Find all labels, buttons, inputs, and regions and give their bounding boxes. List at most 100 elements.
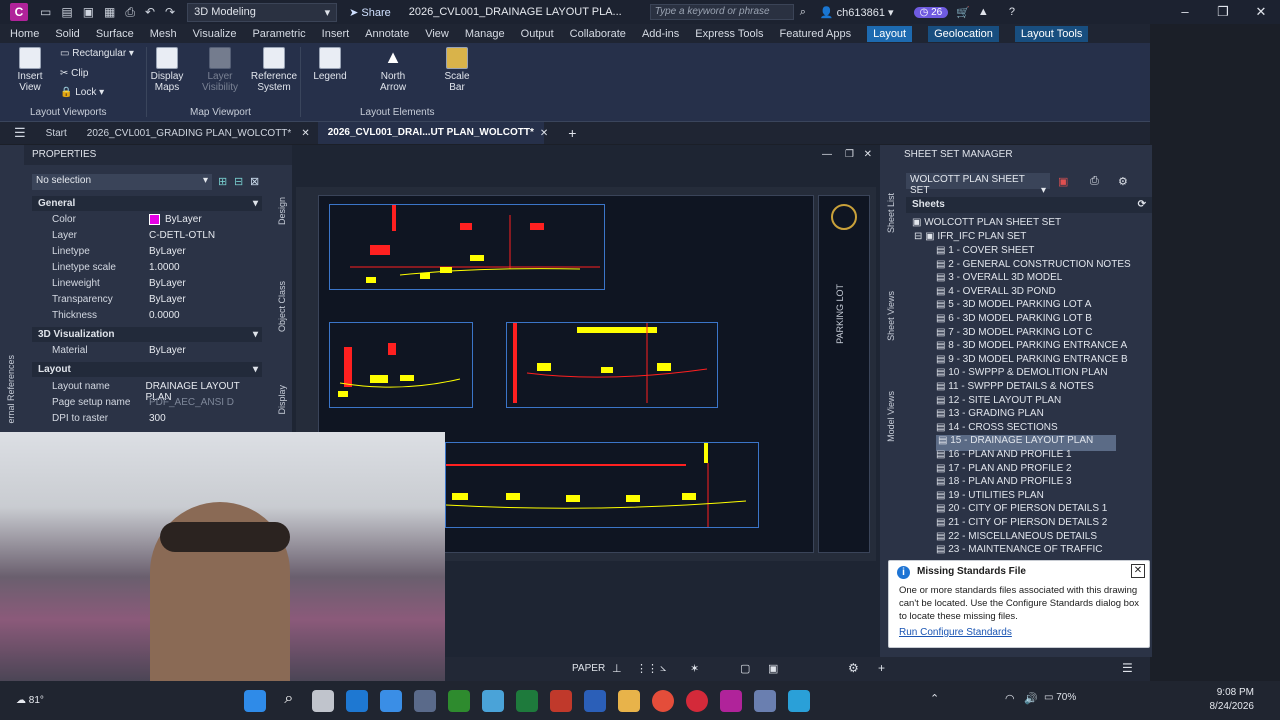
open-folder-icon[interactable]: ▤ (61, 5, 72, 20)
osnap-icon[interactable]: ▢ (740, 662, 750, 675)
quick-select-icon[interactable]: ⊠ (250, 175, 259, 188)
tab-drainage-plan[interactable]: 2026_CVL001_DRAI...UT PLAN_WOLCOTT* (317, 122, 544, 144)
file-explorer-icon[interactable] (617, 689, 640, 712)
help-icon[interactable]: ? (1009, 6, 1015, 18)
tab-solid[interactable]: Solid (55, 28, 79, 40)
search-icon[interactable]: ⌕ (278, 690, 300, 712)
tab-express-tools[interactable]: Express Tools (695, 28, 763, 40)
exchange-icon[interactable]: ▲ (978, 6, 989, 18)
sheet-item[interactable]: ▤ 4 - OVERALL 3D POND (936, 286, 1056, 297)
tab-layout-tools[interactable]: Layout Tools (1014, 25, 1089, 42)
refresh-icon[interactable]: ⟳ (1138, 197, 1146, 213)
tray-chevron-icon[interactable]: ⌃ (930, 692, 939, 705)
restore-icon[interactable]: ❐ (845, 149, 854, 160)
layer-visibility-button[interactable]: Layer Visibility (200, 47, 240, 93)
section-layout[interactable]: Layout ▾ (32, 362, 262, 377)
section-general[interactable]: General ▾ (32, 196, 262, 211)
property-row[interactable]: Layer C-DETL-OTLN (52, 230, 264, 241)
sheet-item[interactable]: ▤ 14 - CROSS SECTIONS (936, 422, 1058, 433)
save-icon[interactable]: ▣ (83, 5, 94, 20)
tab-grading-plan[interactable]: 2026_CVL001_GRADING PLAN_WOLCOTT* (77, 128, 302, 139)
sheet-item[interactable]: ▤ 3 - OVERALL 3D MODEL (936, 272, 1062, 283)
tab-output[interactable]: Output (521, 28, 554, 40)
app-icon[interactable] (753, 689, 776, 712)
store-icon[interactable] (379, 689, 402, 712)
clock[interactable]: 9:08 PM 8/24/2026 (1210, 686, 1255, 714)
tab-view[interactable]: View (425, 28, 449, 40)
wifi-icon[interactable]: ◠ (1005, 692, 1015, 705)
tab-visualize[interactable]: Visualize (193, 28, 237, 40)
new-file-icon[interactable]: ▭ (40, 5, 51, 20)
property-row[interactable]: Page setup name PDF_AEC_ANSI D (52, 397, 264, 408)
print-icon[interactable]: ⎙ (1090, 175, 1099, 188)
tab-insert[interactable]: Insert (322, 28, 350, 40)
property-row[interactable]: Linetype scale 1.0000 (52, 262, 264, 273)
property-row[interactable]: Thickness 0.0000 (52, 310, 264, 321)
tab-collaborate[interactable]: Collaborate (570, 28, 626, 40)
subset-node[interactable]: ⊟ ▣ IFR_IFC PLAN SET (914, 231, 1026, 242)
detail-viewport[interactable] (445, 442, 759, 528)
detail-viewport[interactable] (329, 322, 473, 408)
tab-start[interactable]: Start (36, 128, 77, 139)
sheet-set-dropdown[interactable]: WOLCOTT PLAN SHEET SET ▾ (906, 173, 1050, 196)
cart-icon[interactable]: 🛒 (956, 6, 970, 19)
share-button[interactable]: ➤ Share (349, 6, 391, 19)
app-icon[interactable] (787, 689, 810, 712)
search-icon[interactable]: ⌕ (800, 6, 806, 19)
snipping-icon[interactable] (311, 689, 334, 712)
close-icon[interactable]: ✕ (864, 149, 872, 160)
north-arrow-button[interactable]: ▲ North Arrow (374, 47, 412, 93)
civil3d-icon[interactable] (719, 689, 742, 712)
save-as-icon[interactable]: ▦ (104, 5, 115, 20)
battery-icon[interactable]: ▭ 70% (1044, 692, 1076, 703)
property-row[interactable]: Transparency ByLayer (52, 294, 264, 305)
detail-viewport[interactable] (329, 204, 605, 290)
customize-icon[interactable]: ☰ (1122, 661, 1133, 675)
minimize-icon[interactable]: – (1166, 0, 1204, 24)
new-tab-icon[interactable]: + (568, 125, 576, 141)
select-objects-icon[interactable]: ⊟ (234, 175, 243, 188)
insert-view-button[interactable]: Insert View (6, 47, 54, 93)
annotation-icon[interactable]: ▣ (768, 662, 778, 675)
tools-icon[interactable]: ⚙ (1118, 175, 1128, 188)
sheet-item[interactable]: ▤ 6 - 3D MODEL PARKING LOT B (936, 313, 1092, 324)
tab-model-views[interactable]: Model Views (886, 391, 896, 442)
close-tab-icon[interactable]: ✕ (540, 128, 548, 139)
property-row[interactable]: Linetype ByLayer (52, 246, 264, 257)
tab-surface[interactable]: Surface (96, 28, 134, 40)
external-references-tab[interactable]: ernal References (6, 355, 16, 424)
close-window-icon[interactable]: ✕ (1242, 0, 1280, 24)
sheet-item[interactable]: ▤ 12 - SITE LAYOUT PLAN (936, 395, 1061, 406)
polar-icon[interactable]: ✶ (690, 662, 699, 675)
steam-icon[interactable] (413, 689, 436, 712)
detail-viewport[interactable] (506, 322, 718, 408)
sheet-item[interactable]: ▤ 13 - GRADING PLAN (936, 408, 1044, 419)
tab-design[interactable]: Design (277, 197, 287, 225)
excel-icon[interactable] (515, 689, 538, 712)
selection-dropdown[interactable]: No selection ▾ (32, 174, 212, 190)
sheet-item[interactable]: ▤ 16 - PLAN AND PROFILE 1 (936, 449, 1072, 460)
tab-annotate[interactable]: Annotate (365, 28, 409, 40)
ortho-icon[interactable]: ⦣ (660, 662, 666, 675)
scale-bar-button[interactable]: Scale Bar (440, 47, 474, 93)
run-configure-standards-link[interactable]: Run Configure Standards (899, 627, 1012, 638)
toggle-pickadd-icon[interactable]: ⊞ (218, 175, 227, 188)
sheet-item[interactable]: ▤ 11 - SWPPP DETAILS & NOTES (936, 381, 1094, 392)
close-icon[interactable]: ✕ (1131, 564, 1145, 578)
sheet-item[interactable]: ▤ 9 - 3D MODEL PARKING ENTRANCE B (936, 354, 1128, 365)
sheet-item[interactable]: ▤ 8 - 3D MODEL PARKING ENTRANCE A (936, 340, 1127, 351)
minimize-icon[interactable]: — (822, 149, 832, 160)
grid-icon[interactable]: ⊥ (612, 662, 622, 675)
publish-icon[interactable]: ▣ (1058, 175, 1068, 188)
redo-icon[interactable]: ↷ (165, 5, 175, 20)
volume-icon[interactable]: 🔊 (1024, 692, 1038, 705)
word-icon[interactable] (583, 689, 606, 712)
sheet-item[interactable]: ▤ 18 - PLAN AND PROFILE 3 (936, 476, 1072, 487)
tab-geolocation[interactable]: Geolocation (928, 25, 999, 42)
tab-home[interactable]: Home (10, 28, 39, 40)
tab-layout[interactable]: Layout (867, 25, 913, 42)
clip-button[interactable]: ✂ Clip (60, 68, 88, 79)
add-icon[interactable]: + (878, 661, 885, 675)
paper-space-toggle[interactable]: PAPER (572, 663, 605, 674)
property-row[interactable]: Material ByLayer (52, 345, 264, 356)
